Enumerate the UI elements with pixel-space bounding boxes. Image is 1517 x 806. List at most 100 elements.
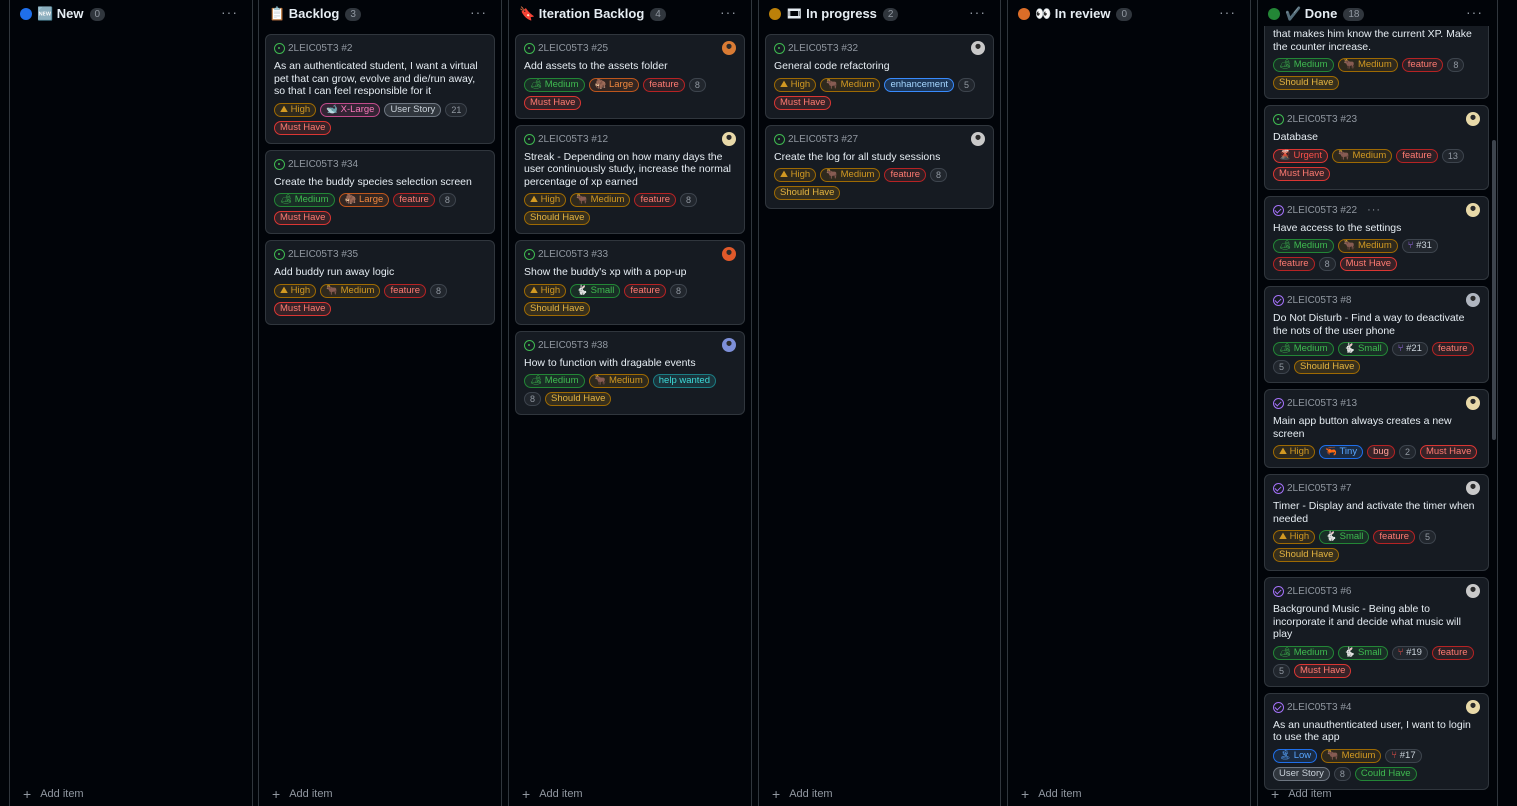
- issue-title[interactable]: Add assets to the assets folder: [524, 60, 736, 73]
- priority-label[interactable]: 🏕 Medium: [1273, 645, 1334, 660]
- issue-card[interactable]: 2LEIC05T3 #35 Add buddy run away logic ⛰ H…: [265, 240, 495, 325]
- issue-card[interactable]: 2LEIC05T3 #22 ··· Have access to the setti…: [1264, 195, 1489, 280]
- priority-label[interactable]: ⛰ High: [1273, 530, 1316, 544]
- bug-label[interactable]: bug: [1367, 445, 1395, 459]
- issue-card[interactable]: 2LEIC05T3 #13 Main app button always crea…: [1264, 389, 1489, 468]
- moscow-label[interactable]: Must Have: [274, 120, 332, 135]
- issue-reference[interactable]: 2LEIC05T3 #25: [538, 43, 608, 54]
- issue-title[interactable]: How to function with dragable events: [524, 357, 736, 370]
- moscow-label[interactable]: Must Have: [1273, 166, 1331, 181]
- issue-card[interactable]: 2LEIC05T3 #27 Create the log for all stud…: [765, 124, 994, 209]
- issue-reference[interactable]: 2LEIC05T3 #6: [1287, 586, 1352, 597]
- size-label[interactable]: 🐂 Medium: [588, 374, 649, 388]
- issue-title[interactable]: Do Not Disturb - Find a way to deactivat…: [1273, 312, 1480, 337]
- add-item-button[interactable]: + Add item: [772, 787, 833, 801]
- avatar[interactable]: [722, 247, 736, 261]
- issue-reference[interactable]: 2LEIC05T3 #23: [1287, 114, 1357, 125]
- column-menu-icon[interactable]: ···: [470, 5, 487, 19]
- scrollbar[interactable]: [1492, 140, 1496, 440]
- feature-label[interactable]: feature: [643, 77, 685, 92]
- moscow-label[interactable]: Should Have: [774, 186, 841, 200]
- issue-card[interactable]: 2LEIC05T3 #12 Streak - Depending on how m…: [515, 124, 745, 234]
- feature-label[interactable]: feature: [884, 168, 927, 182]
- issue-title[interactable]: Add buddy run away logic: [274, 266, 486, 279]
- size-label[interactable]: 🐂 Medium: [1337, 58, 1398, 72]
- user-story-label[interactable]: User Story: [1273, 766, 1330, 781]
- priority-label[interactable]: 🏕 Medium: [1273, 342, 1334, 356]
- issue-title[interactable]: Database: [1273, 131, 1480, 144]
- priority-label[interactable]: ⛰ High: [1273, 445, 1316, 459]
- avatar[interactable]: [1466, 396, 1480, 410]
- linked-pr-badge[interactable]: ⑂ #31: [1401, 239, 1438, 253]
- issue-reference[interactable]: 2LEIC05T3 #22: [1287, 205, 1357, 216]
- avatar[interactable]: [722, 337, 736, 352]
- issue-title[interactable]: Create the log for all study sessions: [774, 151, 985, 164]
- size-label[interactable]: 🐇 Small: [1337, 342, 1388, 356]
- avatar[interactable]: [1466, 481, 1480, 495]
- column-menu-icon[interactable]: ···: [221, 5, 238, 19]
- issue-card[interactable]: 2LEIC05T3 #38 How to function with dragab…: [515, 330, 745, 415]
- feature-label[interactable]: feature: [1431, 645, 1474, 660]
- avatar[interactable]: [722, 41, 736, 55]
- issue-reference[interactable]: 2LEIC05T3 #35: [288, 249, 358, 260]
- moscow-label[interactable]: Should Have: [1294, 360, 1361, 374]
- avatar[interactable]: [971, 41, 985, 55]
- column-menu-icon[interactable]: ···: [969, 5, 986, 19]
- issue-card[interactable]: 2LEIC05T3 #2 As an authenticated student,…: [265, 34, 495, 144]
- priority-label[interactable]: ⛰ High: [774, 168, 817, 182]
- enhancement-label[interactable]: enhancement: [884, 77, 955, 92]
- issue-card[interactable]: 2LEIC05T3 #8 Do Not Disturb - Find a way …: [1264, 286, 1489, 383]
- issue-reference[interactable]: 2LEIC05T3 #27: [788, 134, 858, 145]
- size-label[interactable]: 🐇 Small: [1319, 530, 1370, 544]
- issue-reference[interactable]: 2LEIC05T3 #12: [538, 134, 608, 145]
- feature-label[interactable]: feature: [624, 283, 666, 298]
- issue-title[interactable]: Main app button always creates a new scr…: [1273, 415, 1480, 440]
- size-label[interactable]: 🐂 Medium: [1337, 239, 1398, 253]
- priority-label[interactable]: 🏝 Low: [1273, 748, 1318, 763]
- issue-reference[interactable]: 2LEIC05T3 #7: [1287, 483, 1352, 494]
- moscow-label[interactable]: Must Have: [274, 211, 332, 225]
- moscow-label[interactable]: Must Have: [1294, 663, 1352, 678]
- priority-label[interactable]: ⛰ High: [524, 283, 567, 298]
- issue-card[interactable]: 2LEIC05T3 #23 Database 🌋 Urgent 🐂 Medium fea…: [1264, 105, 1489, 190]
- size-label[interactable]: 🦣 Large: [338, 193, 390, 207]
- size-label[interactable]: 🐂 Medium: [1321, 748, 1382, 763]
- moscow-label[interactable]: Should Have: [524, 301, 591, 316]
- issue-title[interactable]: As an authenticated student, I want a vi…: [274, 60, 486, 98]
- issue-reference[interactable]: 2LEIC05T3 #4: [1287, 702, 1352, 713]
- moscow-label[interactable]: Must Have: [774, 95, 832, 110]
- issue-card[interactable]: 2LEIC05T3 #33 Show the buddy's xp with a …: [515, 240, 745, 325]
- issue-reference[interactable]: 2LEIC05T3 #8: [1287, 295, 1352, 306]
- priority-label[interactable]: ⛰ High: [774, 77, 817, 92]
- feature-label[interactable]: feature: [634, 193, 677, 207]
- size-label[interactable]: 🐂 Medium: [820, 168, 881, 182]
- priority-label[interactable]: 🌋 Urgent: [1273, 148, 1328, 163]
- issue-card[interactable]: 2LEIC05T3 #6 Background Music - Being abl…: [1264, 577, 1489, 687]
- issue-card[interactable]: 2LEIC05T3 #32 General code refactoring ⛰ H…: [765, 34, 994, 119]
- issue-card[interactable]: 2LEIC05T3 #25 Add assets to the assets fo…: [515, 34, 745, 119]
- add-item-button[interactable]: + Add item: [1271, 787, 1332, 801]
- priority-label[interactable]: ⛰ High: [274, 283, 317, 298]
- priority-label[interactable]: 🏕 Medium: [524, 374, 585, 388]
- user-story-label[interactable]: User Story: [384, 102, 442, 117]
- column-menu-icon[interactable]: ···: [720, 5, 737, 19]
- issue-title[interactable]: Have access to the settings: [1273, 222, 1480, 235]
- feature-label[interactable]: feature: [1431, 342, 1474, 356]
- issue-title[interactable]: As an unauthenticated user, I want to lo…: [1273, 719, 1480, 744]
- issue-title[interactable]: Show the buddy's xp with a pop-up: [524, 266, 736, 279]
- avatar[interactable]: [1466, 293, 1480, 307]
- priority-label[interactable]: 🏕 Medium: [1273, 239, 1334, 253]
- column-menu-icon[interactable]: ···: [1466, 5, 1483, 19]
- issue-reference[interactable]: 2LEIC05T3 #32: [788, 43, 858, 54]
- priority-label[interactable]: 🏕 Medium: [1273, 58, 1334, 72]
- linked-pr-badge[interactable]: ⑂ #19: [1391, 645, 1428, 660]
- issue-reference[interactable]: 2LEIC05T3 #38: [538, 340, 608, 351]
- feature-label[interactable]: feature: [393, 193, 435, 207]
- size-label[interactable]: 🐇 Small: [1337, 645, 1388, 660]
- issue-reference[interactable]: 2LEIC05T3 #13: [1287, 398, 1357, 409]
- moscow-label[interactable]: Must Have: [274, 301, 332, 316]
- priority-label[interactable]: 🏕 Medium: [524, 77, 585, 92]
- add-item-button[interactable]: + Add item: [272, 787, 333, 801]
- moscow-label[interactable]: Should Have: [1273, 548, 1340, 562]
- size-label[interactable]: 🐂 Medium: [820, 77, 881, 92]
